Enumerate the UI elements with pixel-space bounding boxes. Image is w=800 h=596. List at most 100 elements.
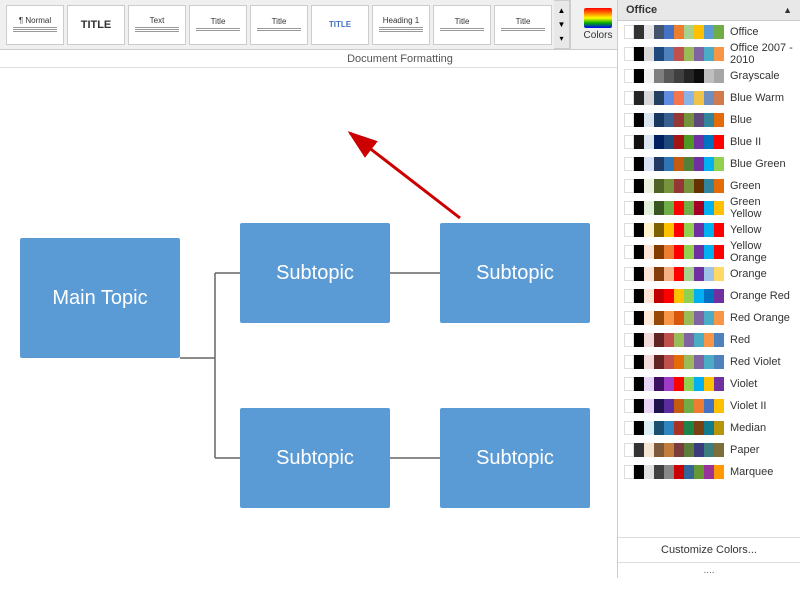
swatch-20-0 [624, 465, 634, 479]
swatch-18-8 [704, 421, 714, 435]
style-thumb-0[interactable]: ¶ Normal [6, 5, 64, 45]
swatch-4-6 [684, 113, 694, 127]
theme-row-18[interactable]: Median [618, 417, 800, 439]
swatch-20-9 [714, 465, 724, 479]
subtopic4-box[interactable]: Subtopic [440, 408, 590, 508]
swatch-14-4 [664, 333, 674, 347]
style-thumb-1[interactable]: TITLE [67, 5, 125, 45]
swatch-3-8 [704, 91, 714, 105]
theme-name-6: Blue Green [730, 158, 786, 170]
subtopic2-box[interactable]: Subtopic [440, 223, 590, 323]
theme-row-6[interactable]: Blue Green [618, 153, 800, 175]
colors-icon [584, 8, 612, 28]
line-6-0 [379, 27, 424, 28]
swatch-7-6 [684, 179, 694, 193]
theme-name-7: Green [730, 180, 761, 192]
line-0-1 [13, 29, 58, 30]
line-2-2 [135, 31, 180, 32]
theme-row-8[interactable]: Green Yellow [618, 197, 800, 219]
swatch-12-2 [644, 289, 654, 303]
theme-swatches-11 [624, 267, 724, 281]
subtopic1-label: Subtopic [276, 262, 354, 285]
swatch-2-6 [684, 69, 694, 83]
theme-row-17[interactable]: Violet II [618, 395, 800, 417]
swatch-17-1 [634, 399, 644, 413]
swatch-10-5 [674, 245, 684, 259]
swatch-13-0 [624, 311, 634, 325]
theme-row-3[interactable]: Blue Warm [618, 87, 800, 109]
swatch-3-0 [624, 91, 634, 105]
theme-row-10[interactable]: Yellow Orange [618, 241, 800, 263]
swatch-18-3 [654, 421, 664, 435]
theme-name-4: Blue [730, 114, 752, 126]
theme-row-7[interactable]: Green [618, 175, 800, 197]
theme-row-5[interactable]: Blue II [618, 131, 800, 153]
theme-name-15: Red Violet [730, 356, 781, 368]
subtopic3-box[interactable]: Subtopic [240, 408, 390, 508]
style-thumb-3[interactable]: Title [189, 5, 247, 45]
theme-name-14: Red [730, 334, 750, 346]
theme-swatches-3 [624, 91, 724, 105]
swatch-6-9 [714, 157, 724, 171]
swatch-5-9 [714, 135, 724, 149]
customize-colors-button[interactable]: Customize Colors... [618, 537, 800, 562]
style-thumb-lines-6 [379, 27, 424, 33]
theme-swatches-10 [624, 245, 724, 259]
swatch-17-6 [684, 399, 694, 413]
theme-name-5: Blue II [730, 136, 761, 148]
swatch-4-9 [714, 113, 724, 127]
style-thumb-7[interactable]: Title [433, 5, 491, 45]
theme-row-12[interactable]: Orange Red [618, 285, 800, 307]
swatch-5-3 [654, 135, 664, 149]
swatch-4-8 [704, 113, 714, 127]
theme-row-13[interactable]: Red Orange [618, 307, 800, 329]
style-thumb-8[interactable]: Title [494, 5, 552, 45]
swatch-14-7 [694, 333, 704, 347]
swatch-14-0 [624, 333, 634, 347]
main-topic-box[interactable]: Main Topic [20, 238, 180, 358]
style-thumb-lines-0 [13, 27, 58, 33]
swatch-11-8 [704, 267, 714, 281]
swatch-9-9 [714, 223, 724, 237]
theme-row-2[interactable]: Grayscale [618, 65, 800, 87]
colors-panel: Office ▲ OfficeOffice 2007 - 2010Graysca… [617, 0, 800, 578]
style-thumb-5[interactable]: TITLE [311, 5, 369, 45]
theme-swatches-19 [624, 443, 724, 457]
swatch-13-4 [664, 311, 674, 325]
theme-row-14[interactable]: Red [618, 329, 800, 351]
gallery-scroll[interactable]: ▲ ▼ ▾ [554, 0, 570, 49]
colors-panel-title: Office [626, 4, 657, 16]
theme-row-9[interactable]: Yellow [618, 219, 800, 241]
swatch-14-8 [704, 333, 714, 347]
theme-row-15[interactable]: Red Violet [618, 351, 800, 373]
swatch-2-1 [634, 69, 644, 83]
theme-row-16[interactable]: Violet [618, 373, 800, 395]
subtopic1-box[interactable]: Subtopic [240, 223, 390, 323]
theme-name-2: Grayscale [730, 70, 780, 82]
swatch-10-4 [664, 245, 674, 259]
swatch-2-0 [624, 69, 634, 83]
swatch-12-5 [674, 289, 684, 303]
swatch-9-7 [694, 223, 704, 237]
swatch-6-8 [704, 157, 714, 171]
theme-row-4[interactable]: Blue [618, 109, 800, 131]
swatch-10-1 [634, 245, 644, 259]
style-thumb-4[interactable]: Title [250, 5, 308, 45]
style-thumb-2[interactable]: Text [128, 5, 186, 45]
theme-row-1[interactable]: Office 2007 - 2010 [618, 43, 800, 65]
swatch-7-5 [674, 179, 684, 193]
theme-swatches-6 [624, 157, 724, 171]
swatch-15-2 [644, 355, 654, 369]
theme-swatches-2 [624, 69, 724, 83]
theme-row-20[interactable]: Marquee [618, 461, 800, 483]
swatch-19-3 [654, 443, 664, 457]
swatch-15-1 [634, 355, 644, 369]
line-7-1 [440, 30, 485, 31]
theme-row-19[interactable]: Paper [618, 439, 800, 461]
theme-row-11[interactable]: Orange [618, 263, 800, 285]
theme-row-0[interactable]: Office [618, 21, 800, 43]
style-thumb-6[interactable]: Heading 1 [372, 5, 430, 45]
colors-panel-scroll[interactable]: OfficeOffice 2007 - 2010 Grayscale Blue Wa… [618, 21, 800, 537]
swatch-1-8 [704, 47, 714, 61]
line-6-1 [379, 29, 424, 30]
